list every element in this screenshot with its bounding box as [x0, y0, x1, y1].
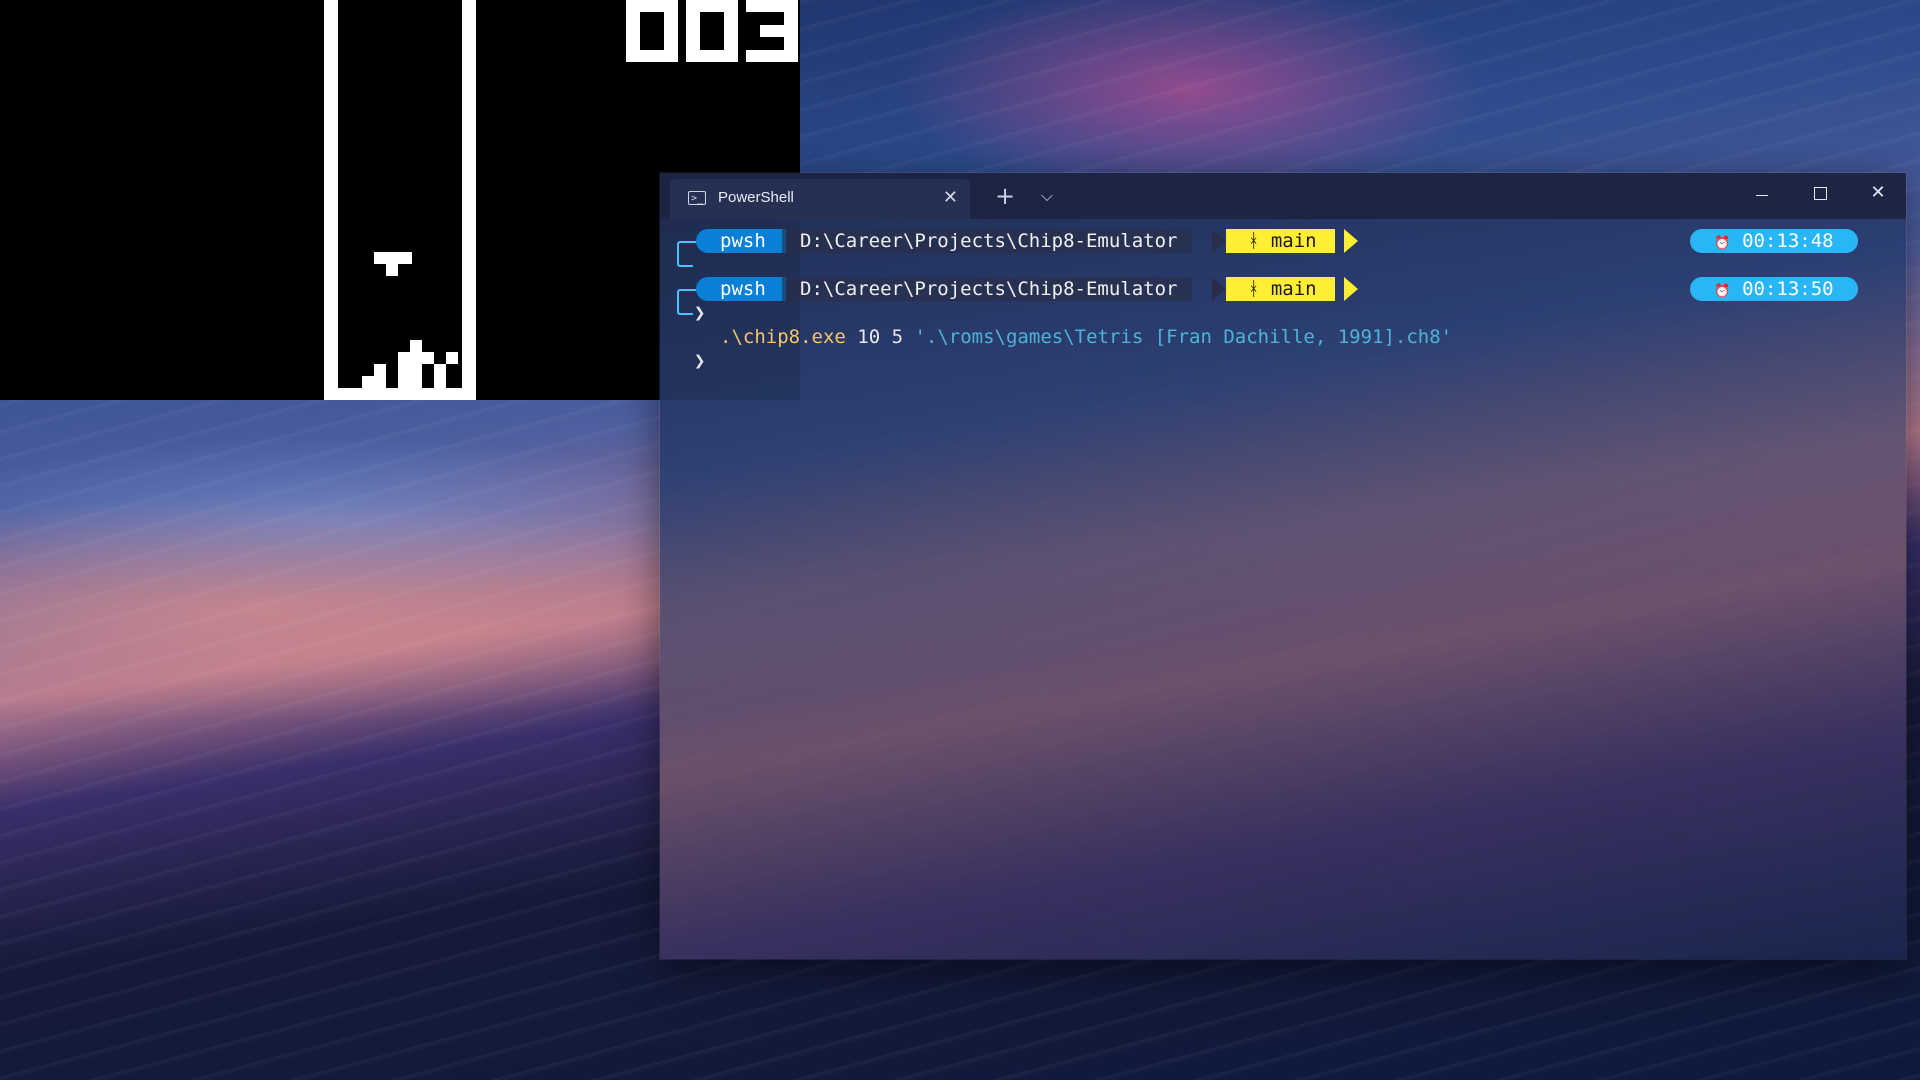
clock-icon: ⏰: [1714, 236, 1731, 251]
close-window-button[interactable]: ✕: [1850, 173, 1906, 213]
tab-title: PowerShell: [718, 189, 794, 206]
well-left-wall: [324, 0, 338, 400]
stack-block: [434, 364, 446, 388]
chevron-down-icon[interactable]: ⌵: [1032, 181, 1062, 211]
stack-block: [410, 340, 422, 388]
falling-t-piece-top: [374, 252, 412, 264]
terminal-content[interactable]: pwsh D:\Career\Projects\Chip8-Emulator ᚼ…: [660, 219, 1906, 959]
falling-t-piece-stem: [386, 264, 398, 276]
clock-icon: ⏰: [1714, 284, 1731, 299]
new-tab-button[interactable]: +: [990, 181, 1020, 211]
stack-block: [398, 352, 410, 388]
command-exe: .\chip8.exe: [720, 326, 846, 348]
path-segment: D:\Career\Projects\Chip8-Emulator: [782, 229, 1192, 253]
time-label: 00:13:50: [1742, 278, 1834, 300]
segment-arrow-icon: [1212, 229, 1226, 253]
path-segment: D:\Career\Projects\Chip8-Emulator: [782, 277, 1192, 301]
score-digit: [626, 0, 678, 62]
maximize-icon: [1814, 187, 1827, 200]
segment-arrow-icon: [1344, 277, 1358, 301]
prompt-line: pwsh D:\Career\Projects\Chip8-Emulator ᚼ…: [660, 229, 1906, 257]
close-tab-icon[interactable]: ✕: [943, 187, 958, 208]
git-segment: ᚼ main: [1226, 277, 1335, 301]
prompt-bracket-icon: [677, 301, 693, 315]
well-floor: [324, 388, 476, 400]
stack-block: [446, 352, 458, 364]
score-digit: [686, 0, 738, 62]
command-line: ❯ .\chip8.exe 10 5 '.\roms\games\Tetris …: [660, 253, 1906, 348]
segment-arrow-icon: [768, 229, 782, 253]
command-string: '.\roms\games\Tetris [Fran Dachille, 199…: [914, 326, 1453, 348]
tab-powershell[interactable]: >_ PowerShell ✕: [670, 179, 970, 219]
terminal-window[interactable]: >_ PowerShell ✕ + ⌵ ✕ pwsh D:\Career\Pro…: [660, 173, 1906, 959]
prompt-line: pwsh D:\Career\Projects\Chip8-Emulator ᚼ…: [660, 277, 1906, 305]
stack-block: [374, 364, 386, 388]
time-segment: ⏰ 00:13:48: [1690, 229, 1858, 253]
git-branch-icon: ᚼ: [1248, 230, 1260, 252]
score-display: 003: [624, 0, 800, 62]
title-bar[interactable]: >_ PowerShell ✕ + ⌵ ✕: [660, 173, 1906, 219]
segment-arrow-icon: [1344, 229, 1358, 253]
prompt-chevron-icon: ❯: [694, 350, 706, 372]
maximize-button[interactable]: [1792, 173, 1848, 213]
stack-block: [422, 352, 434, 364]
score-digit: [746, 0, 798, 62]
git-branch-label: main: [1270, 278, 1317, 300]
segment-arrow-icon: [1212, 277, 1226, 301]
command-args: 10 5: [845, 326, 915, 348]
time-label: 00:13:48: [1742, 230, 1834, 252]
command-line[interactable]: ❯: [660, 301, 1906, 372]
stack-block: [362, 376, 374, 388]
well-right-wall: [462, 0, 476, 400]
prompt-bracket-icon: [677, 253, 693, 267]
time-segment: ⏰ 00:13:50: [1690, 277, 1858, 301]
powershell-icon: >_: [688, 191, 706, 205]
segment-arrow-icon: [768, 277, 782, 301]
git-branch-label: main: [1270, 230, 1317, 252]
git-segment: ᚼ main: [1226, 229, 1335, 253]
git-branch-icon: ᚼ: [1248, 278, 1260, 300]
minimize-icon: [1756, 195, 1768, 196]
minimize-button[interactable]: [1734, 173, 1790, 213]
command-text: .\chip8.exe 10 5 '.\roms\games\Tetris [F…: [720, 325, 1452, 349]
